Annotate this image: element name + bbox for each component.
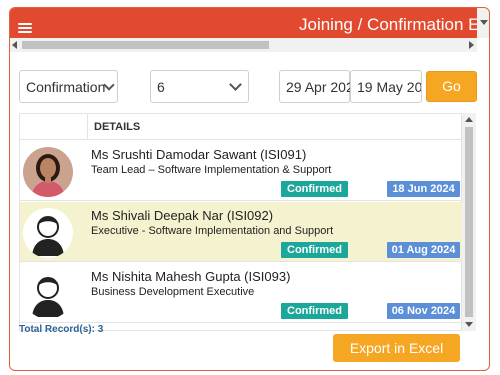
employee-name: Ms Shivali Deepak Nar (ISI092) bbox=[91, 208, 274, 223]
scroll-down-arrow-icon[interactable] bbox=[465, 322, 473, 327]
go-button[interactable]: Go bbox=[426, 71, 477, 102]
default-avatar-icon bbox=[23, 208, 73, 258]
employee-designation: Business Development Executive bbox=[91, 286, 255, 298]
from-date-value: 29 Apr 2024 bbox=[286, 79, 350, 95]
horizontal-scroll-thumb[interactable] bbox=[22, 41, 269, 49]
hamburger-menu-icon[interactable] bbox=[18, 23, 32, 33]
table-header: DETAILS bbox=[20, 114, 463, 140]
default-avatar-icon bbox=[23, 269, 73, 319]
vertical-scrollbar[interactable] bbox=[462, 113, 476, 331]
total-records-label: Total Record(s): 3 bbox=[19, 324, 104, 335]
chevron-down-icon bbox=[229, 78, 242, 91]
count-select[interactable]: 6 bbox=[150, 70, 249, 103]
scroll-left-arrow-icon[interactable] bbox=[12, 41, 17, 49]
employee-table: DETAILS Ms Srushti Damodar Sawant (ISI09… bbox=[19, 113, 463, 331]
employee-designation: Executive - Software Implementation and … bbox=[91, 225, 334, 237]
to-date-value: 19 May 2024 bbox=[357, 79, 421, 95]
scroll-down-arrow-icon[interactable] bbox=[480, 20, 488, 25]
widget-header: Joining / Confirmation E bbox=[10, 8, 489, 38]
vertical-scroll-thumb[interactable] bbox=[465, 127, 473, 317]
status-badge: Confirmed bbox=[281, 303, 348, 319]
type-select[interactable]: Confirmation bbox=[19, 70, 118, 103]
type-select-value: Confirmation bbox=[26, 79, 106, 95]
title-scrollbar[interactable] bbox=[477, 8, 489, 38]
table-row[interactable]: Ms Srushti Damodar Sawant (ISI091) Team … bbox=[20, 141, 463, 201]
table-row[interactable]: Ms Shivali Deepak Nar (ISI092) Executive… bbox=[20, 202, 463, 262]
employee-name: Ms Srushti Damodar Sawant (ISI091) bbox=[91, 147, 307, 162]
dashboard-widget: Joining / Confirmation E Confirmation 6 … bbox=[9, 7, 490, 371]
employee-photo bbox=[23, 147, 73, 197]
export-excel-button[interactable]: Export in Excel bbox=[333, 334, 460, 362]
photo-column-header bbox=[20, 114, 88, 140]
widget-title: Joining / Confirmation E bbox=[299, 15, 480, 34]
confirmation-date-badge: 06 Nov 2024 bbox=[387, 303, 460, 319]
table-row[interactable]: Ms Nishita Mahesh Gupta (ISI093) Busines… bbox=[20, 263, 463, 323]
employee-name: Ms Nishita Mahesh Gupta (ISI093) bbox=[91, 269, 291, 284]
confirmation-date-badge: 01 Aug 2024 bbox=[387, 242, 460, 258]
status-badge: Confirmed bbox=[281, 242, 348, 258]
scroll-up-arrow-icon[interactable] bbox=[465, 117, 473, 122]
details-column-header: DETAILS bbox=[94, 121, 141, 133]
scroll-right-arrow-icon[interactable] bbox=[469, 41, 474, 49]
count-select-value: 6 bbox=[157, 79, 165, 95]
horizontal-scrollbar[interactable] bbox=[10, 38, 477, 52]
status-badge: Confirmed bbox=[281, 181, 348, 197]
to-date-field[interactable]: 19 May 2024 bbox=[350, 70, 422, 103]
employee-designation: Team Lead – Software Implementation & Su… bbox=[91, 164, 332, 176]
confirmation-date-badge: 18 Jun 2024 bbox=[387, 181, 460, 197]
from-date-field[interactable]: 29 Apr 2024 bbox=[279, 70, 350, 103]
